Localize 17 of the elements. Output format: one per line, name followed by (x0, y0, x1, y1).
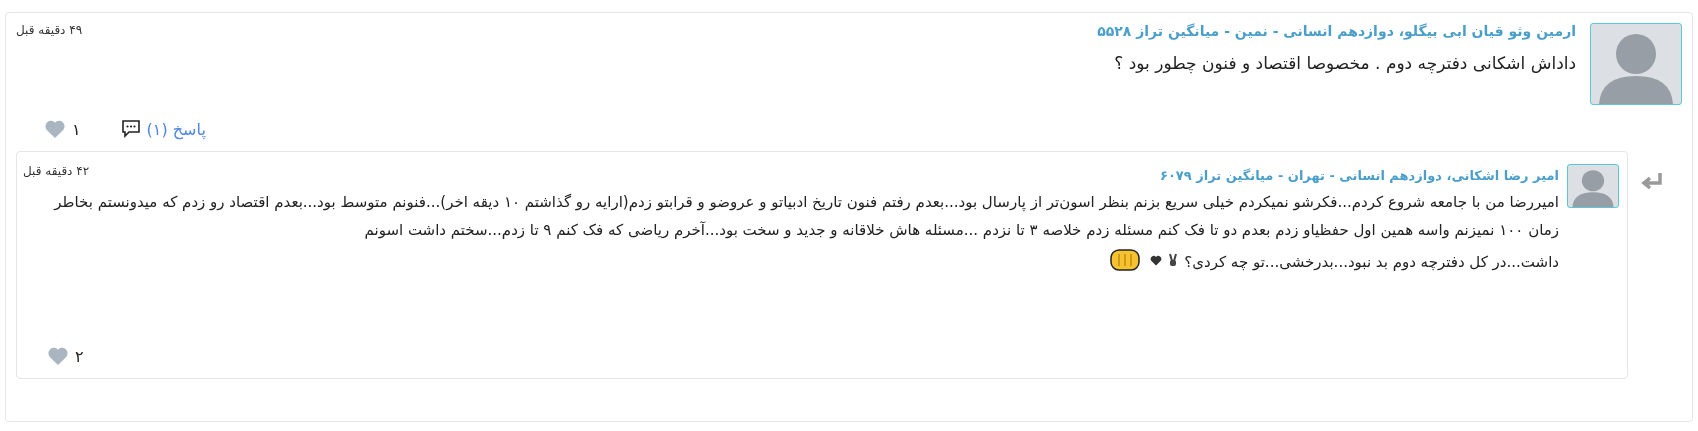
heart-icon (1150, 254, 1163, 266)
author-link[interactable]: ارمین وثو قیان ابی بیگلو، دوازدهم انسانی - نمین - میانگین تراز ۵۵۲۸ (1097, 23, 1576, 39)
victory-hand-icon (1168, 253, 1179, 268)
reply-arrow-icon (1640, 171, 1664, 191)
comment-text: داداش اشکانی دفترچه دوم . مخصوصا اقتصاد و فنون چطور بود ؟ (1113, 52, 1576, 76)
timestamp: ۴۹ دقیقه قبل (16, 23, 83, 37)
heart-icon[interactable] (47, 346, 69, 366)
heart-icon[interactable] (44, 119, 66, 139)
reply-text: امیررضا من با جامعه شروع کردم...فکرشو نمیکردم خیلی سریع بزنم بنظر اسون‌تر از پارسال بود...بعدم رفتم فنون تاریخ ادبیاتو و عروضو و قرابتو زدم(ارایه رو گذاشتم ۱۰ دیقه اخر)...فنونم متوسط بود...بعدم اقتصاد رو زدم که میدونستم بخاطر زمان ۱۰۰ نمیزنم واسه همین اول حفظیاو زدم بعدم دو تا فک کنم مسئله زدم خلاصه ۳ تا نزدم ...مسئله هاش خلاقانه و جدید و سخت بود...آخرم ریاضی که فک کنم ۹ تا زدم...سختم داشت اسونم (52, 192, 1559, 241)
chat-icon (120, 120, 141, 138)
avatar (1567, 164, 1619, 208)
like-count: ۲ (75, 346, 84, 366)
reply-text: داشت...در کل دفترچه دوم بد نبود...بدرخشی...تو چه کردی؟ (1184, 251, 1559, 273)
like-count: ۱ (72, 119, 81, 139)
timestamp: ۴۲ دقیقه قبل (23, 164, 90, 178)
reply-link[interactable]: پاسخ (۱) (120, 119, 206, 139)
author-link[interactable]: امیر رضا اشکانی، دوازدهم انسانی - تهران - میانگین تراز ۶۰۷۹ (1159, 168, 1559, 183)
